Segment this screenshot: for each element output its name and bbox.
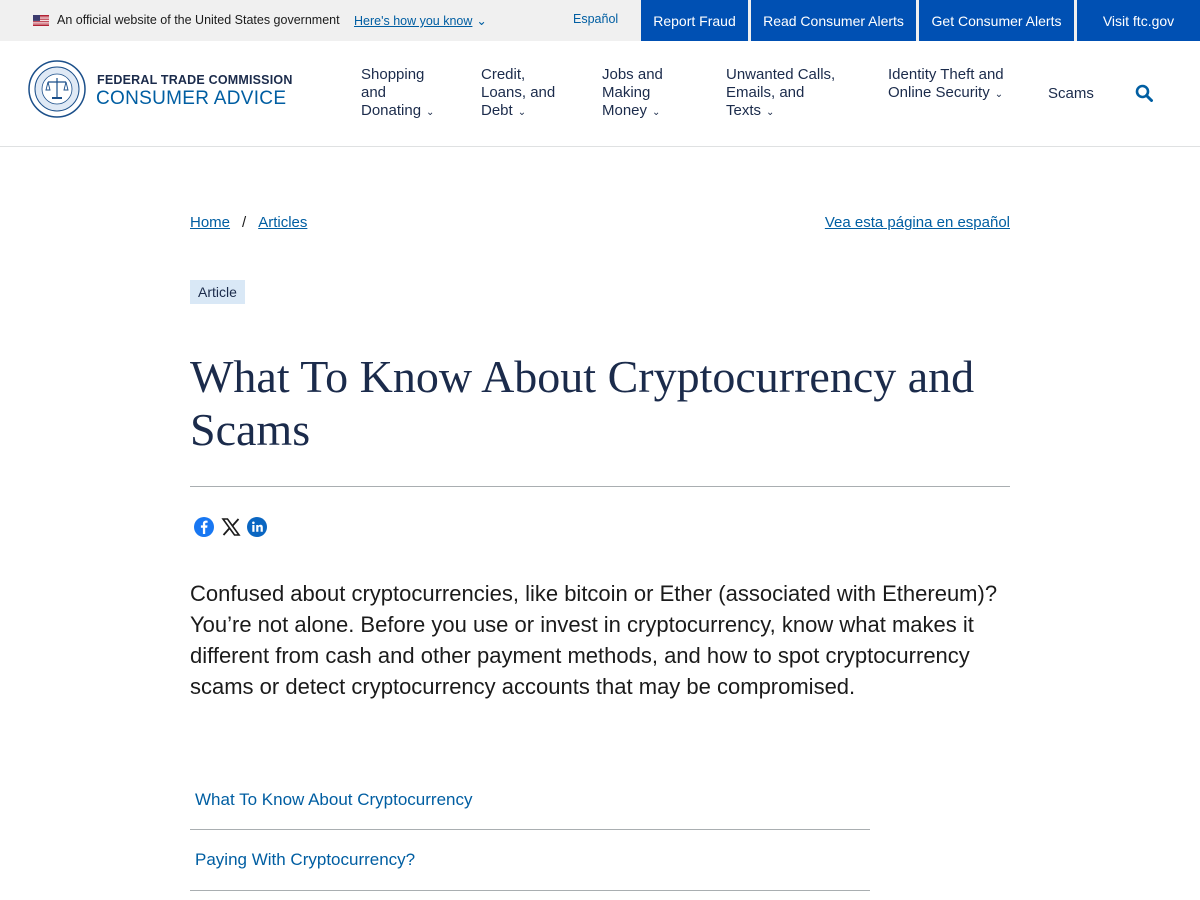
table-of-contents: What To Know About Cryptocurrency Paying… [190, 770, 870, 891]
espanol-link[interactable]: Español [573, 12, 618, 26]
us-flag-icon [33, 15, 49, 26]
x-icon[interactable] [220, 516, 242, 538]
nav-unwanted-calls[interactable]: Unwanted Calls, Emails, and Texts ⌄ [726, 66, 856, 122]
toc-link[interactable]: Paying With Cryptocurrency? [190, 830, 870, 891]
search-icon[interactable] [1135, 84, 1153, 102]
toc-link[interactable]: What To Know About Cryptocurrency [190, 770, 870, 830]
gov-banner: An official website of the United States… [0, 0, 1200, 41]
nav-label: Unwanted Calls, Emails, and Texts [726, 66, 836, 119]
breadcrumb-home[interactable]: Home [190, 214, 230, 231]
read-consumer-alerts-button[interactable]: Read Consumer Alerts [751, 0, 916, 41]
nav-credit-loans-debt[interactable]: Credit, Loans, and Debt ⌄ [481, 66, 571, 122]
nav-label: Shopping and Donating [361, 66, 425, 119]
brand-subtitle[interactable]: CONSUMER ADVICE [96, 88, 286, 110]
breadcrumb-articles[interactable]: Articles [258, 214, 307, 231]
chevron-down-icon: ⌄ [652, 107, 661, 118]
facebook-icon[interactable] [193, 516, 215, 538]
divider [190, 486, 1010, 487]
site-header: FEDERAL TRADE COMMISSION CONSUMER ADVICE… [0, 41, 1200, 147]
intro-paragraph: Confused about cryptocurrencies, like bi… [190, 581, 998, 699]
nav-jobs-making-money[interactable]: Jobs and Making Money ⌄ [602, 66, 692, 122]
get-consumer-alerts-button[interactable]: Get Consumer Alerts [919, 0, 1074, 41]
linkedin-icon[interactable] [246, 516, 268, 538]
chevron-down-icon: ⌄ [476, 14, 487, 28]
article-type-badge: Article [190, 280, 245, 304]
chevron-down-icon: ⌄ [994, 89, 1004, 100]
chevron-down-icon: ⌄ [517, 107, 527, 118]
nav-identity-theft[interactable]: Identity Theft and Online Security ⌄ [888, 66, 1008, 104]
breadcrumb: Home / Articles [190, 214, 307, 231]
report-fraud-button[interactable]: Report Fraud [641, 0, 748, 41]
visit-ftc-button[interactable]: Visit ftc.gov [1077, 0, 1200, 41]
page-title: What To Know About Cryptocurrency and Sc… [190, 351, 975, 455]
breadcrumb-separator: / [242, 214, 247, 231]
nav-scams[interactable]: Scams [1048, 85, 1094, 102]
heres-how-you-know-label: Here's how you know [354, 14, 473, 28]
nav-shopping-and-donating[interactable]: Shopping and Donating ⌄ [361, 66, 451, 122]
gov-banner-text: An official website of the United States… [57, 13, 340, 27]
nav-label: Identity Theft and Online Security [888, 66, 1004, 101]
chevron-down-icon: ⌄ [426, 107, 435, 118]
spanish-version-link[interactable]: Vea esta página en español [825, 214, 1010, 231]
heres-how-you-know-link[interactable]: Here's how you know ⌄ [354, 13, 487, 28]
ftc-seal-logo[interactable] [28, 60, 86, 118]
chevron-down-icon: ⌄ [766, 107, 775, 118]
brand-name[interactable]: FEDERAL TRADE COMMISSION [97, 73, 293, 87]
